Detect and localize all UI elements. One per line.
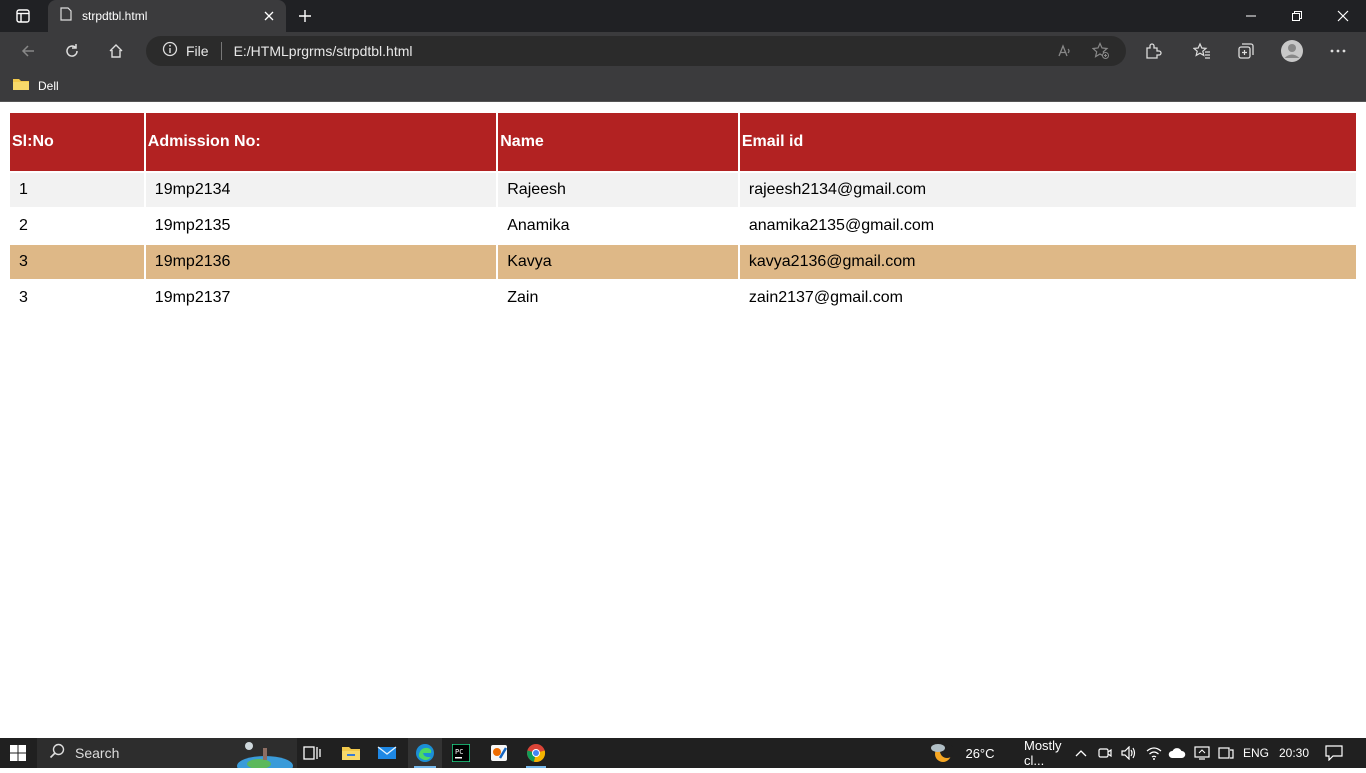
cell-sl-no: 3 (10, 245, 144, 279)
paint-icon[interactable] (484, 738, 514, 768)
cell-name: Anamika (498, 209, 738, 243)
table-row: 2 19mp2135 Anamika anamika2135@gmail.com (10, 209, 1356, 243)
collections-icon[interactable] (1232, 37, 1260, 65)
volume-icon[interactable] (1118, 738, 1140, 768)
new-tab-icon[interactable] (294, 5, 316, 27)
cell-email: rajeesh2134@gmail.com (739, 173, 1356, 207)
cell-name: Rajeesh (498, 173, 738, 207)
address-bar[interactable]: File E:/HTMLprgrms/strpdtbl.html (146, 36, 1126, 66)
file-label: File (186, 43, 209, 59)
onedrive-icon[interactable] (1166, 738, 1188, 768)
meet-now-icon[interactable] (1096, 738, 1114, 768)
taskbar-search-box[interactable]: Search (37, 738, 297, 773)
back-icon[interactable] (14, 37, 42, 65)
folder-icon (12, 77, 30, 96)
minimize-icon[interactable] (1228, 0, 1274, 32)
table-row: 1 19mp2134 Rajeesh rajeesh2134@gmail.com (10, 173, 1356, 207)
cell-sl-no: 1 (10, 173, 144, 207)
input-language[interactable]: ENG (1240, 738, 1272, 768)
weather-icon[interactable] (926, 738, 956, 768)
cell-email: zain2137@gmail.com (739, 281, 1356, 315)
show-hidden-icons-chevron-up-icon[interactable] (1072, 738, 1090, 768)
cell-sl-no: 3 (10, 281, 144, 315)
cell-admission-no: 19mp2136 (145, 245, 497, 279)
bookmark-label: Dell (38, 79, 59, 93)
table-row: 3 19mp2137 Zain zain2137@gmail.com (10, 281, 1356, 315)
header-admission-no: Admission No: (145, 113, 497, 171)
favorites-icon[interactable] (1188, 37, 1216, 65)
weather-condition[interactable]: Mostly cl... (1024, 738, 1072, 768)
tab-actions-icon[interactable] (12, 7, 34, 25)
weather-temp[interactable]: 26°C (960, 738, 1000, 768)
pycharm-icon[interactable]: PC (446, 738, 476, 768)
page-content: Sl:No Admission No: Name Email id 1 19mp… (0, 103, 1366, 738)
svg-text:PC: PC (455, 748, 463, 756)
notifications-icon[interactable] (1320, 738, 1348, 768)
cell-sl-no: 2 (10, 209, 144, 243)
add-favorite-icon[interactable] (1092, 42, 1110, 60)
active-tab[interactable]: strpdtbl.html (48, 0, 286, 32)
tab-title: strpdtbl.html (82, 9, 148, 23)
search-label: Search (75, 745, 120, 761)
student-table: Sl:No Admission No: Name Email id 1 19mp… (8, 111, 1358, 317)
cell-admission-no: 19mp2137 (145, 281, 497, 315)
bookmarks-bar: Dell (0, 70, 1366, 102)
address-separator (220, 42, 222, 60)
header-name: Name (498, 113, 738, 171)
url-text[interactable]: E:/HTMLprgrms/strpdtbl.html (234, 43, 413, 59)
cell-name: Kavya (498, 245, 738, 279)
chrome-icon[interactable] (520, 738, 552, 768)
info-icon[interactable] (162, 41, 178, 62)
tab-close-icon[interactable] (258, 5, 280, 27)
more-options-icon[interactable] (1324, 37, 1352, 65)
edge-taskbar-icon[interactable] (408, 738, 442, 768)
file-explorer-icon[interactable] (336, 738, 366, 768)
read-aloud-icon[interactable] (1056, 42, 1074, 60)
display-settings-icon[interactable] (1192, 738, 1212, 768)
mail-icon[interactable] (372, 738, 402, 768)
refresh-icon[interactable] (58, 37, 86, 65)
wifi-icon[interactable] (1144, 738, 1164, 768)
search-icon (49, 743, 65, 764)
home-icon[interactable] (102, 37, 130, 65)
profile-avatar[interactable] (1278, 37, 1306, 65)
header-sl-no: Sl:No (10, 113, 144, 171)
browser-tab-bar: strpdtbl.html (0, 0, 1366, 32)
table-header-row: Sl:No Admission No: Name Email id (10, 113, 1356, 171)
cell-admission-no: 19mp2135 (145, 209, 497, 243)
cell-name: Zain (498, 281, 738, 315)
search-highlight-icon (235, 740, 295, 773)
browser-toolbar: File E:/HTMLprgrms/strpdtbl.html (0, 32, 1366, 70)
page-icon (60, 6, 72, 26)
close-window-icon[interactable] (1320, 0, 1366, 32)
extensions-icon[interactable] (1139, 37, 1167, 65)
task-view-icon[interactable] (298, 738, 326, 768)
cell-email: kavya2136@gmail.com (739, 245, 1356, 279)
tablet-mode-icon[interactable] (1214, 738, 1238, 768)
windows-start-icon[interactable] (0, 738, 36, 768)
clock[interactable]: 20:30 (1276, 738, 1312, 768)
windows-taskbar: Search PC 26°C Mostly cl... ENG 20:30 (0, 738, 1366, 773)
restore-icon[interactable] (1274, 0, 1320, 32)
header-email: Email id (739, 113, 1356, 171)
table-row: 3 19mp2136 Kavya kavya2136@gmail.com (10, 245, 1356, 279)
cell-email: anamika2135@gmail.com (739, 209, 1356, 243)
bookmark-folder-dell[interactable]: Dell (12, 76, 59, 96)
cell-admission-no: 19mp2134 (145, 173, 497, 207)
